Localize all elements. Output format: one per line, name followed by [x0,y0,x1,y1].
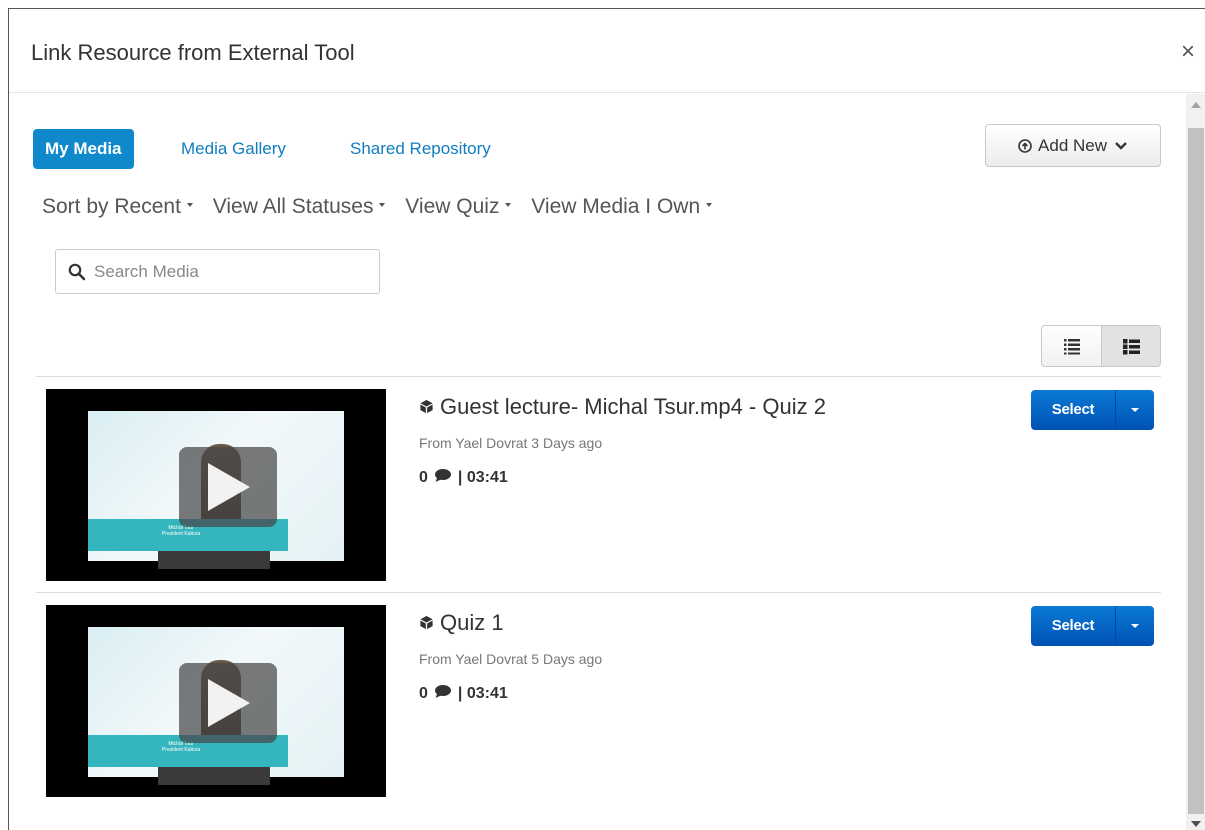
caret-down-icon [706,203,713,208]
media-owner: From Yael Dovrat 3 Days ago [419,435,603,451]
select-button-group: Select [1031,606,1159,646]
media-duration: | 03:41 [457,469,508,486]
media-title[interactable]: Quiz 1 [419,610,504,636]
vertical-scrollbar[interactable] [1186,94,1205,830]
quiz-dropdown-label: View Quiz [405,195,500,218]
detailed-view-button[interactable] [1102,326,1160,366]
media-duration: | 03:41 [457,685,508,702]
caret-down-icon [186,203,193,208]
filter-bar: Sort by Recent View All Statuses View Qu… [42,195,726,219]
media-title-text: Quiz 1 [440,610,504,635]
view-toggle [1041,325,1161,367]
ownership-dropdown[interactable]: View Media I Own [531,195,713,219]
close-button[interactable]: × [1175,39,1201,65]
sort-dropdown[interactable]: Sort by Recent [42,195,193,219]
detailed-view-icon [1123,339,1140,355]
media-stats: 0 | 03:41 [419,685,508,703]
media-title-text: Guest lecture- Michal Tsur.mp4 - Quiz 2 [440,394,826,419]
select-options-dropdown[interactable] [1116,606,1154,646]
tab-shared-repository[interactable]: Shared Repository [338,129,503,169]
sort-dropdown-label: Sort by Recent [42,195,181,218]
play-icon [208,463,250,511]
select-button-group: Select [1031,390,1159,430]
search-input[interactable] [94,250,374,293]
media-item: Michal Tsur President Kaltura Quiz 1 Fro… [36,593,1161,808]
comment-count: 0 [419,469,428,486]
upload-circle-icon [1018,138,1033,153]
tab-my-media[interactable]: My Media [33,129,134,169]
select-button[interactable]: Select [1031,390,1116,430]
search-icon [68,263,86,281]
link-resource-modal: Link Resource from External Tool × My Me… [8,8,1205,830]
media-thumbnail[interactable]: Michal Tsur President Kaltura [46,605,386,797]
chevron-down-icon [1114,141,1127,150]
list-view-icon [1064,339,1080,355]
play-icon [208,679,250,727]
modal-header: Link Resource from External Tool × [9,9,1205,93]
comment-icon [434,685,451,699]
scroll-up-icon[interactable] [1191,102,1201,108]
search-box [55,249,380,294]
tab-media-gallery[interactable]: Media Gallery [169,129,298,169]
ownership-dropdown-label: View Media I Own [531,195,701,218]
add-new-label: Add New [1038,136,1108,155]
cube-icon [420,615,433,629]
media-item: Michal Tsur President Kaltura Guest lect… [36,377,1161,592]
media-owner: From Yael Dovrat 5 Days ago [419,651,603,667]
comment-count: 0 [419,685,428,702]
comment-icon [434,469,451,483]
scrollbar-thumb[interactable] [1188,128,1204,814]
status-dropdown[interactable]: View All Statuses [213,195,386,219]
modal-title: Link Resource from External Tool [31,40,355,65]
media-title[interactable]: Guest lecture- Michal Tsur.mp4 - Quiz 2 [419,394,826,420]
caret-down-icon [505,203,512,208]
media-stats: 0 | 03:41 [419,469,508,487]
caret-down-icon [379,203,386,208]
list-view-button[interactable] [1042,326,1102,366]
cube-icon [420,399,433,413]
scroll-down-icon[interactable] [1191,821,1201,827]
quiz-dropdown[interactable]: View Quiz [405,195,512,219]
caret-down-icon [1131,408,1139,412]
select-button[interactable]: Select [1031,606,1116,646]
caret-down-icon [1131,624,1139,628]
media-thumbnail[interactable]: Michal Tsur President Kaltura [46,389,386,581]
add-new-button[interactable]: Add New [985,124,1161,167]
status-dropdown-label: View All Statuses [212,195,374,218]
select-options-dropdown[interactable] [1116,390,1154,430]
